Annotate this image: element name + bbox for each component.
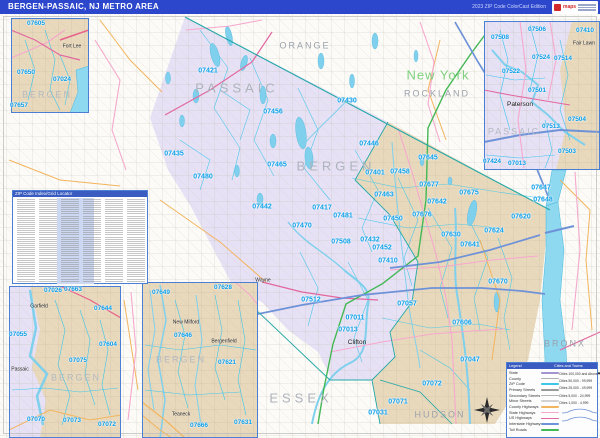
legend-header-left: Legend xyxy=(509,364,522,368)
legend-city-item: Cities 25,000 - 49,999City xyxy=(559,386,593,391)
legend-header-right: Cities and Towns xyxy=(554,364,583,368)
legend-city-item: Cities 100,000 and Above•City xyxy=(559,369,600,377)
logo-address-lines xyxy=(578,4,596,11)
edition-label: 2023 ZIP Code ColorCast Edition xyxy=(472,4,546,10)
legend-line-item: Toll Roads xyxy=(509,427,559,433)
map-legend: Legend Cities and Towns State County ZIP C… xyxy=(506,362,600,438)
legend-line-items: State County ZIP Code Primary Streets Second… xyxy=(509,370,559,433)
legend-city-item: Cities 50,000 - 99,999•City xyxy=(559,378,600,385)
title-bar: BERGEN-PASSAIC, NJ METRO AREA 2023 ZIP C… xyxy=(0,0,600,14)
logo-text: maps xyxy=(563,4,577,10)
legend-header: Legend Cities and Towns xyxy=(507,363,597,369)
legend-city-items: Cities 100,000 and Above•CityCities 50,0… xyxy=(559,369,600,407)
legend-city-item: Cities 1,000 - 4,999City xyxy=(559,401,589,406)
legend-city-item: Cities 5,000 - 24,999City xyxy=(559,393,591,398)
legend-scale-bars xyxy=(559,408,600,423)
zip-index-panel: ZIP Code Index/Grid Locator xyxy=(12,190,148,284)
zip-index-header: ZIP Code Index/Grid Locator xyxy=(13,191,147,197)
zip-index-body xyxy=(14,198,146,284)
map-title: BERGEN-PASSAIC, NJ METRO AREA xyxy=(8,2,159,11)
compass-rose-icon xyxy=(474,397,500,423)
publisher-logo: maps xyxy=(552,1,598,14)
logo-mark-icon xyxy=(554,4,561,11)
